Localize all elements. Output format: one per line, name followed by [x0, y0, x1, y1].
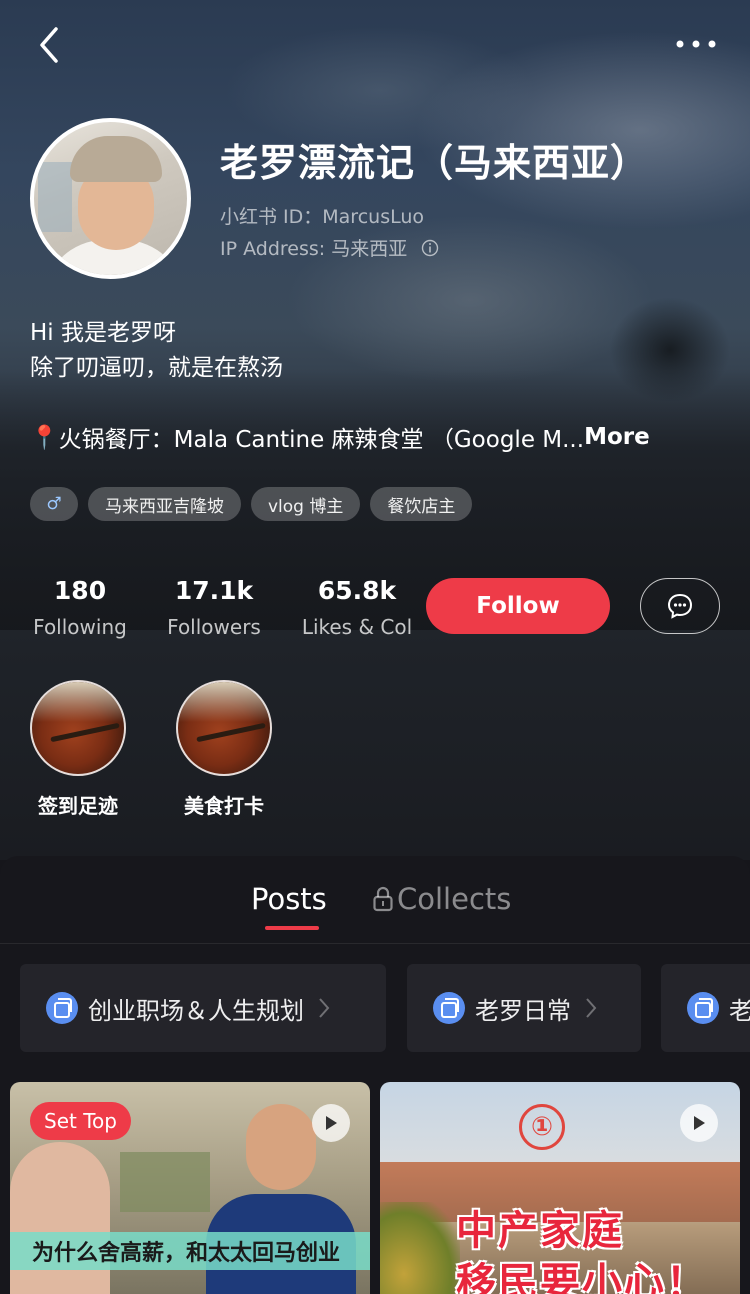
ip-address-text: IP Address: 马来西亚 [220, 238, 408, 260]
likes-stat[interactable]: 65.8k Likes & Col [296, 576, 418, 639]
chevron-right-icon [586, 998, 597, 1018]
ip-address-row: IP Address: 马来西亚 [220, 234, 439, 261]
profile-id: 小红书 ID：MarcusLuo [220, 206, 425, 228]
likes-count: 65.8k [317, 576, 397, 605]
more-dots-icon [676, 40, 716, 48]
tab-collects[interactable]: Collects [372, 882, 511, 916]
lock-icon [373, 886, 393, 912]
message-button[interactable] [640, 578, 720, 634]
tab-collects-label: Collects [397, 882, 512, 916]
album-label: 老 [729, 996, 750, 1025]
more-options-button[interactable] [668, 24, 724, 64]
album-career[interactable]: 创业职场＆人生规划 [20, 964, 386, 1052]
post-card[interactable]: 为什么舍高薪，和太太回马创业 Set Top [10, 1082, 370, 1294]
tab-bar: Posts Collects [0, 856, 750, 944]
chevron-left-icon [40, 27, 58, 63]
collection-food[interactable]: 美食打卡 [176, 680, 272, 819]
tag-vlogger: vlog 博主 [251, 487, 361, 521]
likes-label: Likes & Col [301, 615, 413, 639]
tab-posts[interactable]: Posts [251, 882, 327, 916]
album-icon [433, 992, 465, 1024]
post-card[interactable]: ① 中产家庭 移民要小心！ [380, 1082, 740, 1294]
video-play-icon [680, 1104, 718, 1142]
album-icon [687, 992, 719, 1024]
post-cover-caption: 为什么舍高薪，和太太回马创业 [10, 1232, 370, 1270]
following-label: Following [33, 615, 127, 639]
collection-label: 签到足迹 [38, 794, 118, 818]
tag-restaurant-owner: 餐饮店主 [370, 487, 473, 521]
post-cover-headline-2: 移民要小心！ [456, 1260, 708, 1294]
post-cover-headline-1: 中产家庭 [456, 1208, 624, 1254]
avatar[interactable] [30, 118, 191, 279]
album-partial[interactable]: 老 [661, 964, 750, 1052]
gender-tag: ♂ [30, 487, 78, 521]
follow-button[interactable]: Follow [426, 578, 610, 634]
collection-label: 美食打卡 [184, 794, 264, 818]
album-icon [46, 992, 78, 1024]
chat-bubble-icon [667, 593, 693, 619]
video-play-icon [312, 1104, 350, 1142]
album-label: 老罗日常 [475, 996, 571, 1025]
chevron-right-icon [319, 998, 330, 1018]
info-icon[interactable] [421, 239, 439, 257]
bio-line-1: Hi 我是老罗呀 [30, 320, 176, 346]
set-top-badge: Set Top [30, 1102, 131, 1140]
male-icon: ♂ [46, 494, 62, 514]
collection-thumbnail [30, 680, 126, 776]
collection-checkin[interactable]: 签到足迹 [30, 680, 126, 819]
following-count: 180 [53, 576, 107, 605]
active-tab-indicator [265, 926, 319, 930]
bio-location-line[interactable]: 📍 火锅餐厅：Mala Cantine 麻辣食堂 （Google M... Mo… [30, 420, 720, 454]
profile-tags: ♂ 马来西亚吉隆坡 vlog 博主 餐饮店主 [30, 487, 473, 521]
bio-location-text: 火锅餐厅：Mala Cantine 麻辣食堂 （Google M... [58, 427, 585, 453]
followers-label: Followers [167, 615, 261, 639]
content-panel: Posts Collects 创业职场＆人生规划 老罗日常 老 为什么舍高薪，和… [0, 856, 750, 1294]
album-label: 创业职场＆人生规划 [88, 996, 304, 1025]
following-stat[interactable]: 180 Following [30, 576, 130, 639]
post-cover-number: ① [519, 1104, 565, 1150]
bio-line-2: 除了叨逼叨，就是在熬汤 [30, 355, 283, 381]
bio-more-link[interactable]: More [584, 424, 650, 450]
followers-stat[interactable]: 17.1k Followers [162, 576, 266, 639]
back-button[interactable] [24, 20, 74, 70]
tag-location: 马来西亚吉隆坡 [88, 487, 241, 521]
location-pin-icon: 📍 [30, 424, 59, 451]
profile-name: 老罗漂流记（马来西亚） [220, 141, 650, 185]
album-daily[interactable]: 老罗日常 [407, 964, 641, 1052]
followers-count: 17.1k [174, 576, 254, 605]
collection-thumbnail [176, 680, 272, 776]
